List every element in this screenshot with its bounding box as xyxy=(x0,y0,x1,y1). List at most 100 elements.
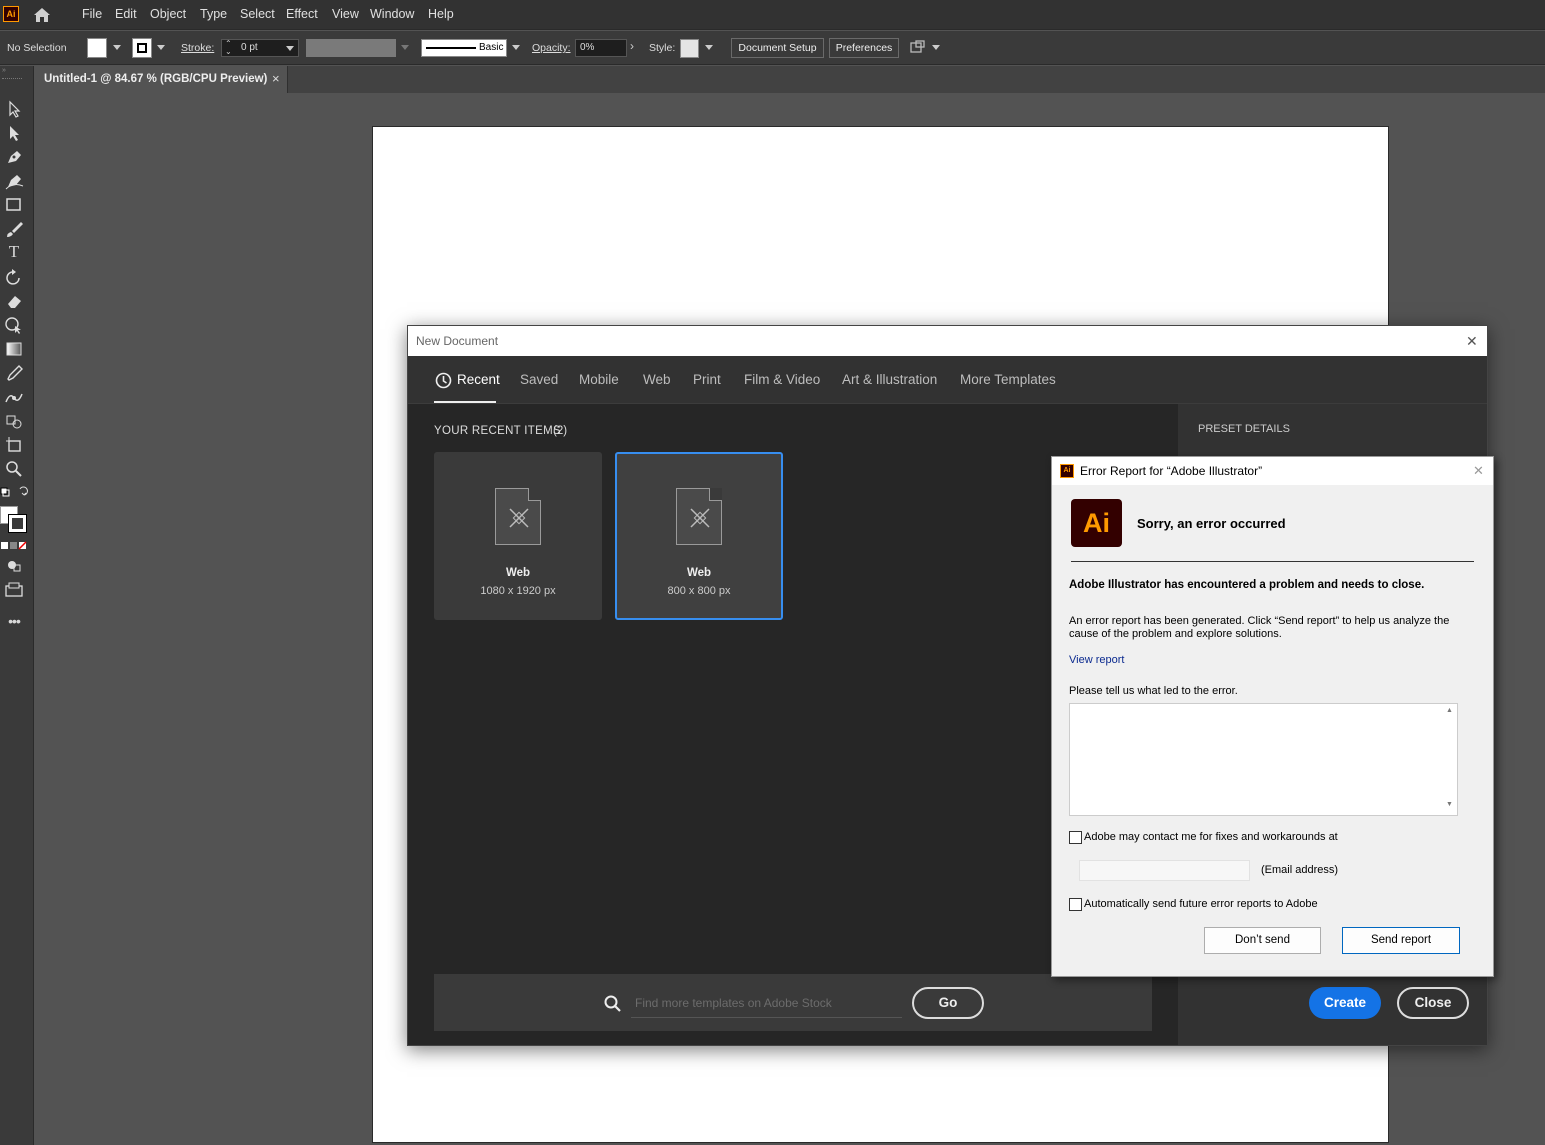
stroke-weight-dropdown-icon[interactable] xyxy=(286,46,294,51)
stroke-weight-field[interactable]: ⌃ ⌄ 0 pt xyxy=(221,39,299,57)
control-bar: No Selection Stroke: ⌃ ⌄ 0 pt Basic Opaci… xyxy=(0,31,1545,65)
arrange-dropdown-icon[interactable] xyxy=(932,45,940,50)
symbol-sprayer-tool-icon[interactable] xyxy=(4,412,24,430)
search-icon xyxy=(604,995,621,1012)
document-tab-close-icon[interactable]: × xyxy=(272,71,280,86)
illustrator-logo: Ai xyxy=(1071,499,1122,547)
contact-checkbox[interactable] xyxy=(1069,831,1082,844)
new-document-titlebar: New Document ✕ xyxy=(408,326,1487,356)
graphic-style-swatch[interactable] xyxy=(680,39,699,58)
tell-us-label: Please tell us what led to the error. xyxy=(1069,685,1238,697)
rotate-tool-icon[interactable] xyxy=(5,268,23,286)
tab-recent[interactable]: Recent xyxy=(457,372,500,387)
recent-item-card-selected[interactable]: Web 800 x 800 px xyxy=(615,452,783,620)
opacity-label[interactable]: Opacity: xyxy=(532,42,571,54)
error-report-close-icon[interactable]: ✕ xyxy=(1473,457,1484,485)
brush-dropdown-icon[interactable] xyxy=(512,45,520,50)
document-setup-button[interactable]: Document Setup xyxy=(731,38,824,58)
panel-collapse-icon[interactable]: » xyxy=(2,67,9,74)
menu-view[interactable]: View xyxy=(332,7,359,21)
scroll-down-icon[interactable]: ▼ xyxy=(1446,801,1453,808)
preferences-button[interactable]: Preferences xyxy=(829,38,899,58)
dont-send-button[interactable]: Don’t send xyxy=(1204,927,1321,954)
tab-print[interactable]: Print xyxy=(693,372,721,387)
error-description: An error report has been generated. Clic… xyxy=(1069,615,1450,640)
stroke-weight-value: 0 pt xyxy=(241,42,258,53)
document-tab[interactable]: Untitled-1 @ 84.67 % (RGB/CPU Preview) × xyxy=(34,66,288,93)
more-tools-icon[interactable]: ••• xyxy=(5,612,23,630)
error-report-dialog: Ai Error Report for “Adobe Illustrator” … xyxy=(1051,456,1494,977)
stroke-swatch[interactable] xyxy=(132,38,152,58)
menu-window[interactable]: Window xyxy=(370,7,414,21)
preset-details-heading: PRESET DETAILS xyxy=(1198,423,1290,435)
rectangle-tool-icon[interactable] xyxy=(5,197,23,213)
direct-selection-tool-icon[interactable] xyxy=(6,124,24,142)
eraser-tool-icon[interactable] xyxy=(5,292,23,310)
screen-mode-icon[interactable] xyxy=(4,582,24,598)
tools-panel: » T ••• xyxy=(0,66,34,1145)
auto-send-checkbox[interactable] xyxy=(1069,898,1082,911)
menu-help[interactable]: Help xyxy=(428,7,454,21)
tab-art-illustration[interactable]: Art & Illustration xyxy=(842,372,937,387)
menu-select[interactable]: Select xyxy=(240,7,275,21)
pen-tool-icon[interactable] xyxy=(5,148,25,166)
view-report-link[interactable]: View report xyxy=(1069,654,1124,666)
menu-type[interactable]: Type xyxy=(200,7,227,21)
error-report-titlebar: Ai Error Report for “Adobe Illustrator” … xyxy=(1052,457,1493,485)
home-icon[interactable] xyxy=(32,6,52,24)
profile-dropdown-icon[interactable] xyxy=(401,45,409,50)
selection-tool-icon[interactable] xyxy=(6,100,24,118)
go-button[interactable]: Go xyxy=(912,987,984,1019)
contact-label: Adobe may contact me for fixes and worka… xyxy=(1084,831,1338,843)
close-button[interactable]: Close xyxy=(1397,987,1469,1019)
stock-search-input[interactable]: Find more templates on Adobe Stock xyxy=(631,990,902,1018)
opacity-field[interactable]: 0% xyxy=(575,39,627,57)
stroke-label[interactable]: Stroke: xyxy=(181,42,214,54)
panel-grip[interactable] xyxy=(2,78,22,80)
curvature-tool-icon[interactable] xyxy=(5,172,25,190)
menu-file[interactable]: File xyxy=(82,7,102,21)
scroll-up-icon[interactable]: ▲ xyxy=(1446,707,1453,714)
recent-item-card[interactable]: Web 1080 x 1920 px xyxy=(434,452,602,620)
tab-more-templates[interactable]: More Templates xyxy=(960,372,1056,387)
fill-swatch[interactable] xyxy=(87,38,107,58)
tab-web[interactable]: Web xyxy=(643,372,671,387)
gradient-tool-icon[interactable] xyxy=(5,340,23,358)
document-icon xyxy=(495,488,541,545)
stock-search-placeholder: Find more templates on Adobe Stock xyxy=(635,996,832,1010)
brush-definition[interactable]: Basic xyxy=(421,39,507,57)
menu-effect[interactable]: Effect xyxy=(286,7,318,21)
error-description-textarea[interactable]: ▲ ▼ xyxy=(1069,703,1458,816)
active-tab-indicator xyxy=(434,401,496,403)
fill-dropdown-icon[interactable] xyxy=(113,45,121,50)
opacity-expand-icon[interactable]: › xyxy=(630,39,634,53)
menu-object[interactable]: Object xyxy=(150,7,186,21)
auto-send-label: Automatically send future error reports … xyxy=(1084,898,1318,910)
variable-width-profile[interactable] xyxy=(306,39,396,57)
preset-category-tabs: Recent Saved Mobile Web Print Film & Vid… xyxy=(408,356,1487,404)
paintbrush-tool-icon[interactable] xyxy=(5,220,23,238)
create-button[interactable]: Create xyxy=(1309,987,1381,1019)
draw-mode-icon[interactable] xyxy=(5,558,23,572)
tab-mobile[interactable]: Mobile xyxy=(579,372,619,387)
shape-builder-tool-icon[interactable] xyxy=(4,316,24,334)
puppet-warp-tool-icon[interactable] xyxy=(4,388,24,406)
tab-film-video[interactable]: Film & Video xyxy=(744,372,820,387)
recent-item-name: Web xyxy=(505,567,531,579)
style-dropdown-icon[interactable] xyxy=(705,45,713,50)
menu-edit[interactable]: Edit xyxy=(115,7,137,21)
tab-saved[interactable]: Saved xyxy=(520,372,558,387)
send-report-button[interactable]: Send report xyxy=(1342,927,1460,954)
color-mode-icons[interactable] xyxy=(0,541,30,551)
stroke-dropdown-icon[interactable] xyxy=(157,45,165,50)
textarea-scrollbar[interactable]: ▲ ▼ xyxy=(1443,704,1457,815)
eyedropper-tool-icon[interactable] xyxy=(5,364,23,382)
email-field[interactable] xyxy=(1079,860,1250,881)
default-fill-stroke-icon[interactable] xyxy=(0,486,34,498)
type-tool-icon[interactable]: T xyxy=(5,243,23,261)
new-document-close-icon[interactable]: ✕ xyxy=(1466,326,1478,356)
stroke-color-swatch[interactable] xyxy=(8,514,27,533)
arrange-documents-icon[interactable] xyxy=(909,40,927,56)
artboard-tool-icon[interactable] xyxy=(5,436,23,454)
zoom-tool-icon[interactable] xyxy=(5,460,23,478)
